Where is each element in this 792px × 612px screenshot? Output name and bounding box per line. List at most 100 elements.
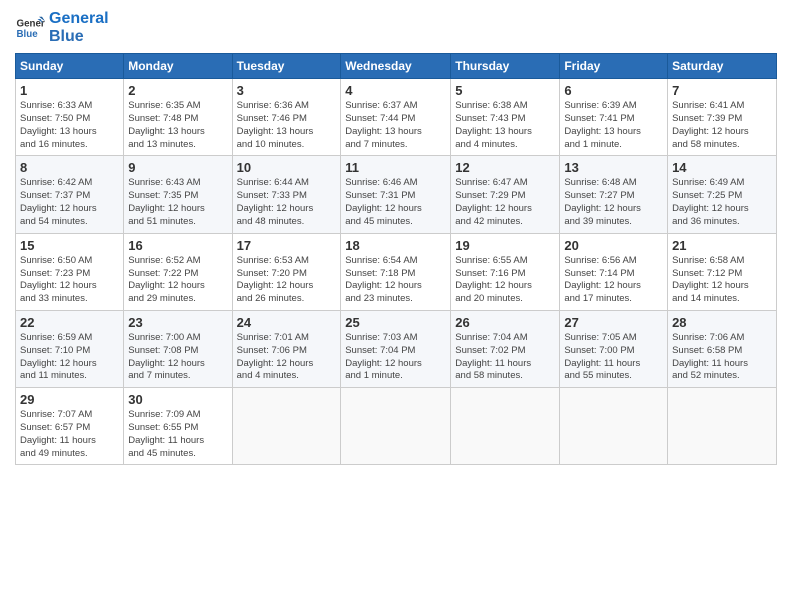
calendar-day-cell: 6 Sunrise: 6:39 AM Sunset: 7:41 PM Daylig…	[560, 79, 668, 156]
day-info: Sunrise: 7:04 AM Sunset: 7:02 PM Dayligh…	[455, 332, 555, 383]
calendar-table: SundayMondayTuesdayWednesdayThursdayFrid…	[15, 53, 777, 465]
day-number: 13	[564, 160, 663, 175]
day-number: 28	[672, 315, 772, 330]
day-info: Sunrise: 7:03 AM Sunset: 7:04 PM Dayligh…	[345, 332, 446, 383]
day-number: 21	[672, 238, 772, 253]
day-info: Sunrise: 7:06 AM Sunset: 6:58 PM Dayligh…	[672, 332, 772, 383]
day-info: Sunrise: 6:38 AM Sunset: 7:43 PM Dayligh…	[455, 100, 555, 151]
weekday-header-cell: Thursday	[451, 54, 560, 79]
day-number: 3	[237, 83, 337, 98]
calendar-day-cell: 19Sunrise: 6:55 AM Sunset: 7:16 PM Dayli…	[451, 233, 560, 310]
calendar-day-cell: 29Sunrise: 7:07 AM Sunset: 6:57 PM Dayli…	[16, 388, 124, 465]
weekday-header-cell: Wednesday	[341, 54, 451, 79]
calendar-day-cell: 17 Sunrise: 6:53 AM Sunset: 7:20 PM Dayli…	[232, 233, 341, 310]
day-number: 26	[455, 315, 555, 330]
day-number: 24	[237, 315, 337, 330]
weekday-header-cell: Monday	[124, 54, 232, 79]
calendar-day-cell: 24 Sunrise: 7:01 AM Sunset: 7:06 PM Dayli…	[232, 310, 341, 387]
calendar-day-cell: 21 Sunrise: 6:58 AM Sunset: 7:12 PM Dayli…	[668, 233, 777, 310]
day-number: 23	[128, 315, 227, 330]
day-info: Sunrise: 6:42 AM Sunset: 7:37 PM Dayligh…	[20, 177, 119, 228]
day-info: Sunrise: 6:33 AM Sunset: 7:50 PM Dayligh…	[20, 100, 119, 151]
calendar-week-row: 8 Sunrise: 6:42 AM Sunset: 7:37 PM Daylig…	[16, 156, 777, 233]
day-number: 7	[672, 83, 772, 98]
day-info: Sunrise: 6:49 AM Sunset: 7:25 PM Dayligh…	[672, 177, 772, 228]
calendar-day-cell: 30Sunrise: 7:09 AM Sunset: 6:55 PM Dayli…	[124, 388, 232, 465]
calendar-day-cell: 10Sunrise: 6:44 AM Sunset: 7:33 PM Dayli…	[232, 156, 341, 233]
day-number: 1	[20, 83, 119, 98]
day-number: 6	[564, 83, 663, 98]
calendar-day-cell: 28 Sunrise: 7:06 AM Sunset: 6:58 PM Dayli…	[668, 310, 777, 387]
calendar-day-cell: 11Sunrise: 6:46 AM Sunset: 7:31 PM Dayli…	[341, 156, 451, 233]
calendar-day-cell: 1 Sunrise: 6:33 AM Sunset: 7:50 PM Daylig…	[16, 79, 124, 156]
day-number: 15	[20, 238, 119, 253]
day-number: 14	[672, 160, 772, 175]
main-container: General Blue GeneralBlue SundayMondayTue…	[0, 0, 792, 475]
day-info: Sunrise: 6:54 AM Sunset: 7:18 PM Dayligh…	[345, 255, 446, 306]
day-number: 27	[564, 315, 663, 330]
day-number: 20	[564, 238, 663, 253]
day-info: Sunrise: 6:55 AM Sunset: 7:16 PM Dayligh…	[455, 255, 555, 306]
calendar-day-cell: 25 Sunrise: 7:03 AM Sunset: 7:04 PM Dayli…	[341, 310, 451, 387]
header: General Blue GeneralBlue	[15, 10, 777, 45]
day-number: 12	[455, 160, 555, 175]
calendar-day-cell: 26 Sunrise: 7:04 AM Sunset: 7:02 PM Dayli…	[451, 310, 560, 387]
calendar-week-row: 1 Sunrise: 6:33 AM Sunset: 7:50 PM Daylig…	[16, 79, 777, 156]
calendar-day-cell: 3 Sunrise: 6:36 AM Sunset: 7:46 PM Daylig…	[232, 79, 341, 156]
logo: General Blue GeneralBlue	[15, 10, 109, 45]
day-number: 16	[128, 238, 227, 253]
calendar-day-cell: 27Sunrise: 7:05 AM Sunset: 7:00 PM Dayli…	[560, 310, 668, 387]
calendar-day-cell: 12 Sunrise: 6:47 AM Sunset: 7:29 PM Dayli…	[451, 156, 560, 233]
calendar-day-cell: 14 Sunrise: 6:49 AM Sunset: 7:25 PM Dayli…	[668, 156, 777, 233]
day-info: Sunrise: 7:09 AM Sunset: 6:55 PM Dayligh…	[128, 409, 227, 460]
calendar-day-cell: 16Sunrise: 6:52 AM Sunset: 7:22 PM Dayli…	[124, 233, 232, 310]
day-info: Sunrise: 6:36 AM Sunset: 7:46 PM Dayligh…	[237, 100, 337, 151]
calendar-day-cell	[560, 388, 668, 465]
day-info: Sunrise: 6:58 AM Sunset: 7:12 PM Dayligh…	[672, 255, 772, 306]
day-info: Sunrise: 6:53 AM Sunset: 7:20 PM Dayligh…	[237, 255, 337, 306]
calendar-day-cell: 9 Sunrise: 6:43 AM Sunset: 7:35 PM Daylig…	[124, 156, 232, 233]
day-number: 11	[345, 160, 446, 175]
day-info: Sunrise: 6:48 AM Sunset: 7:27 PM Dayligh…	[564, 177, 663, 228]
day-number: 17	[237, 238, 337, 253]
day-info: Sunrise: 6:39 AM Sunset: 7:41 PM Dayligh…	[564, 100, 663, 151]
calendar-week-row: 22 Sunrise: 6:59 AM Sunset: 7:10 PM Dayli…	[16, 310, 777, 387]
svg-text:Blue: Blue	[17, 29, 39, 40]
weekday-header-cell: Friday	[560, 54, 668, 79]
day-info: Sunrise: 7:07 AM Sunset: 6:57 PM Dayligh…	[20, 409, 119, 460]
calendar-day-cell: 15 Sunrise: 6:50 AM Sunset: 7:23 PM Dayli…	[16, 233, 124, 310]
calendar-week-row: 15 Sunrise: 6:50 AM Sunset: 7:23 PM Dayli…	[16, 233, 777, 310]
calendar-body: 1 Sunrise: 6:33 AM Sunset: 7:50 PM Daylig…	[16, 79, 777, 465]
weekday-header-cell: Saturday	[668, 54, 777, 79]
calendar-day-cell	[668, 388, 777, 465]
day-info: Sunrise: 6:59 AM Sunset: 7:10 PM Dayligh…	[20, 332, 119, 383]
calendar-day-cell	[232, 388, 341, 465]
logo-icon: General Blue	[15, 13, 45, 43]
day-info: Sunrise: 6:50 AM Sunset: 7:23 PM Dayligh…	[20, 255, 119, 306]
calendar-day-cell: 18Sunrise: 6:54 AM Sunset: 7:18 PM Dayli…	[341, 233, 451, 310]
day-info: Sunrise: 6:47 AM Sunset: 7:29 PM Dayligh…	[455, 177, 555, 228]
calendar-week-row: 29Sunrise: 7:07 AM Sunset: 6:57 PM Dayli…	[16, 388, 777, 465]
calendar-day-cell: 2Sunrise: 6:35 AM Sunset: 7:48 PM Daylig…	[124, 79, 232, 156]
calendar-day-cell: 22 Sunrise: 6:59 AM Sunset: 7:10 PM Dayli…	[16, 310, 124, 387]
calendar-day-cell: 5 Sunrise: 6:38 AM Sunset: 7:43 PM Daylig…	[451, 79, 560, 156]
calendar-day-cell: 23 Sunrise: 7:00 AM Sunset: 7:08 PM Dayli…	[124, 310, 232, 387]
day-number: 4	[345, 83, 446, 98]
day-info: Sunrise: 6:43 AM Sunset: 7:35 PM Dayligh…	[128, 177, 227, 228]
day-number: 9	[128, 160, 227, 175]
day-info: Sunrise: 7:00 AM Sunset: 7:08 PM Dayligh…	[128, 332, 227, 383]
calendar-day-cell: 4 Sunrise: 6:37 AM Sunset: 7:44 PM Daylig…	[341, 79, 451, 156]
logo-text: GeneralBlue	[49, 10, 109, 45]
day-number: 5	[455, 83, 555, 98]
calendar-day-cell: 8 Sunrise: 6:42 AM Sunset: 7:37 PM Daylig…	[16, 156, 124, 233]
calendar-day-cell: 20Sunrise: 6:56 AM Sunset: 7:14 PM Dayli…	[560, 233, 668, 310]
day-number: 25	[345, 315, 446, 330]
day-number: 2	[128, 83, 227, 98]
day-number: 8	[20, 160, 119, 175]
calendar-day-cell	[451, 388, 560, 465]
day-info: Sunrise: 7:01 AM Sunset: 7:06 PM Dayligh…	[237, 332, 337, 383]
calendar-day-cell	[341, 388, 451, 465]
calendar-day-cell: 7Sunrise: 6:41 AM Sunset: 7:39 PM Daylig…	[668, 79, 777, 156]
day-number: 22	[20, 315, 119, 330]
day-info: Sunrise: 6:37 AM Sunset: 7:44 PM Dayligh…	[345, 100, 446, 151]
